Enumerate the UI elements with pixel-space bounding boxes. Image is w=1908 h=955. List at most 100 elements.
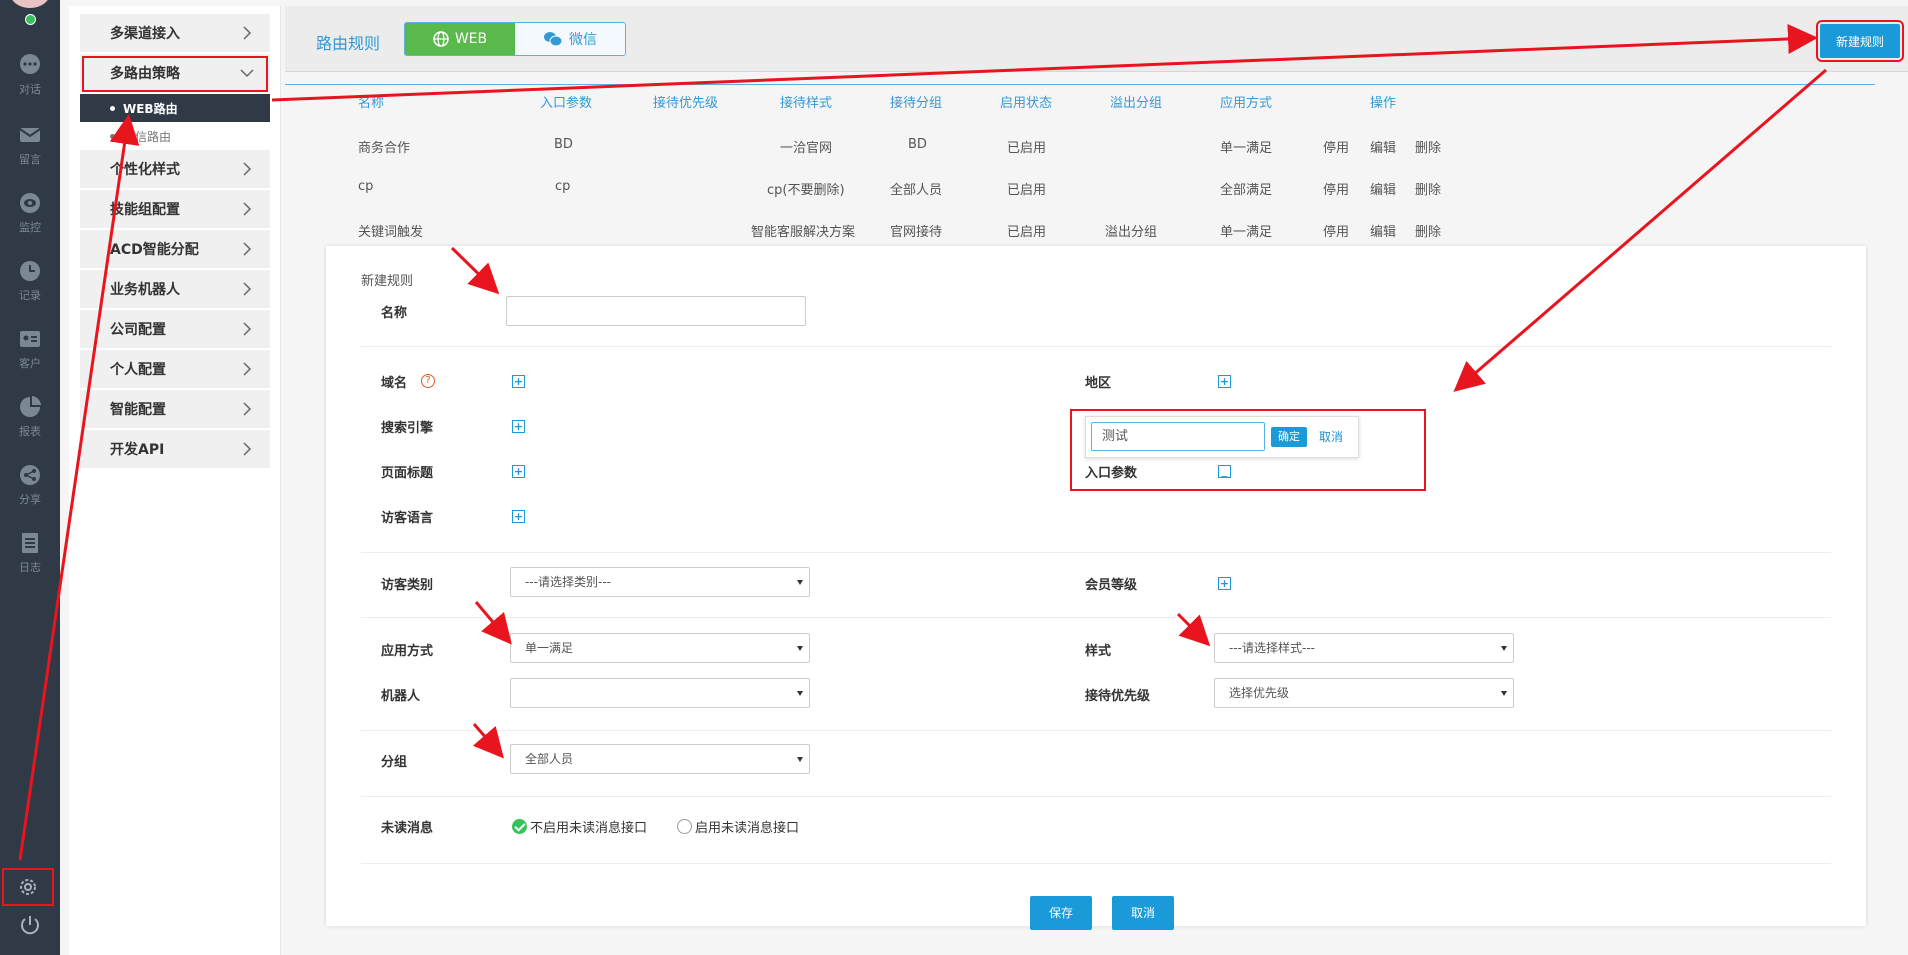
add-visitor-language-plus-icon[interactable]: + (512, 510, 525, 523)
table-row: 关键词触发 智能客服解决方案 官网接待 已启用 溢出分组 单一满足 停用 编辑 … (285, 214, 1875, 244)
add-member-level-plus-icon[interactable]: + (1218, 577, 1231, 590)
avatar[interactable] (10, 0, 50, 8)
caret-down-icon (797, 691, 803, 696)
bullet-icon (110, 133, 115, 139)
keyword-input[interactable]: 测试 (1091, 422, 1265, 451)
chevron-right-icon (243, 202, 252, 216)
menu-item-robot[interactable]: 业务机器人 (80, 270, 270, 310)
chevron-right-icon (243, 242, 252, 256)
priority-label: 接待优先级 (1085, 689, 1151, 704)
tab-web[interactable]: WEB (405, 23, 515, 55)
icon-rail: 对话 留言 监控 记录 客户 报表 分享 日志 (0, 0, 60, 955)
help-icon[interactable]: ? (421, 374, 435, 388)
unread-on-radio[interactable]: 启用未读消息接口 (677, 817, 799, 836)
wechat-icon (544, 32, 563, 47)
menu-item-label: 多路由策略 (110, 66, 180, 82)
chevron-down-icon (240, 69, 254, 78)
delete-link[interactable]: 删除 (1415, 137, 1441, 156)
edit-link[interactable]: 编辑 (1370, 179, 1396, 198)
priority-select[interactable]: 选择优先级 (1214, 678, 1514, 708)
keyword-cancel-link[interactable]: 取消 (1319, 428, 1343, 445)
visitor-language-label: 访客语言 (381, 511, 434, 526)
add-domain-plus-icon[interactable]: + (512, 375, 525, 388)
submenu-wechat-route[interactable]: 微信路由 (80, 122, 270, 150)
unread-label: 未读消息 (381, 821, 434, 836)
cell-status: 已启用 (1007, 225, 1047, 240)
tab-wechat[interactable]: 微信 (515, 23, 625, 55)
edit-link[interactable]: 编辑 (1370, 221, 1396, 240)
save-button[interactable]: 保存 (1030, 896, 1092, 930)
main-content: 路由规则 WEB 微信 新建规则 名称 入口参数 接待优先级 接待样式 接待分组… (285, 6, 1908, 955)
share-icon (20, 465, 40, 485)
select-value: 单一满足 (525, 641, 574, 655)
menu-item-company[interactable]: 公司配置 (80, 310, 270, 350)
settings-button[interactable] (2, 868, 54, 906)
delete-link[interactable]: 删除 (1415, 179, 1441, 198)
cell-status: 已启用 (1007, 141, 1047, 156)
group-select[interactable]: 全部人员 (510, 744, 810, 774)
chat-icon (20, 54, 40, 74)
chevron-right-icon (243, 282, 252, 296)
style-select[interactable]: ---请选择样式--- (1214, 633, 1514, 663)
menu-item-acd[interactable]: ACD智能分配 (80, 230, 270, 270)
robot-select[interactable] (510, 678, 810, 708)
entry-param-label: 入口参数 (1085, 466, 1138, 481)
menu-item-skill-group[interactable]: 技能组配置 (80, 190, 270, 230)
menu-item-personal[interactable]: 个人配置 (80, 350, 270, 390)
delete-link[interactable]: 删除 (1415, 221, 1441, 240)
disable-link[interactable]: 停用 (1323, 137, 1349, 156)
new-rule-button[interactable]: 新建规则 (1816, 20, 1904, 62)
remove-entry-param-minus-icon[interactable]: _ (1218, 464, 1231, 478)
menu-item-api[interactable]: 开发API (80, 430, 270, 470)
edit-link[interactable]: 编辑 (1370, 137, 1396, 156)
disable-link[interactable]: 停用 (1323, 221, 1349, 240)
power-button[interactable] (0, 906, 60, 944)
new-rule-form: 新建规则 名称 域名 ? + 地区 + 搜索引擎 + 关键 测试 确定 取消 页… (326, 246, 1866, 930)
tab-label: 微信 (569, 32, 597, 48)
add-search-engine-plus-icon[interactable]: + (512, 420, 525, 433)
divider (361, 617, 1831, 618)
select-value: ---请选择类别--- (525, 575, 611, 589)
rail-label: 监控 (19, 221, 41, 234)
unread-off-radio[interactable]: 不启用未读消息接口 (512, 817, 647, 836)
rail-label: 报表 (19, 425, 41, 438)
menu-item-multichannel[interactable]: 多渠道接入 (80, 14, 270, 54)
name-input[interactable] (506, 296, 806, 326)
rail-item-monitor[interactable]: 监控 (0, 190, 60, 235)
rail-item-message[interactable]: 留言 (0, 122, 60, 167)
add-page-title-plus-icon[interactable]: + (512, 465, 525, 478)
rail-label: 客户 (19, 357, 41, 370)
rail-item-chat[interactable]: 对话 (0, 52, 60, 97)
disable-link[interactable]: 停用 (1323, 179, 1349, 198)
menu-item-label: 公司配置 (110, 322, 166, 338)
keyword-confirm-button[interactable]: 确定 (1271, 427, 1307, 447)
menu-item-label: 开发API (110, 442, 165, 458)
cancel-button[interactable]: 取消 (1112, 896, 1174, 930)
rail-item-customer[interactable]: 客户 (0, 326, 60, 371)
rail-item-report[interactable]: 报表 (0, 394, 60, 439)
page-title-label: 页面标题 (381, 466, 434, 481)
radio-label: 不启用未读消息接口 (530, 821, 648, 836)
select-value: 全部人员 (525, 752, 574, 766)
form-title: 新建规则 (361, 274, 414, 289)
online-status-dot (25, 14, 36, 25)
column-header: 溢出分组 (1110, 96, 1163, 111)
select-value: 选择优先级 (1229, 686, 1290, 700)
menu-item-label: 个人配置 (110, 362, 166, 378)
menu-item-smart[interactable]: 智能配置 (80, 390, 270, 430)
keyword-popup: 测试 确定 取消 (1085, 416, 1359, 458)
menu-item-label: 业务机器人 (110, 282, 180, 298)
apply-mode-select[interactable]: 单一满足 (510, 633, 810, 663)
menu-item-label: 个性化样式 (110, 162, 180, 178)
rail-item-share[interactable]: 分享 (0, 462, 60, 507)
submenu-web-route[interactable]: WEB路由 (80, 94, 270, 122)
rail-item-record[interactable]: 记录 (0, 258, 60, 303)
column-header: 接待分组 (890, 96, 943, 111)
menu-item-routing[interactable]: 多路由策略 (80, 54, 270, 94)
visitor-type-select[interactable]: ---请选择类别--- (510, 567, 810, 597)
menu-item-custom-style[interactable]: 个性化样式 (80, 150, 270, 190)
caret-down-icon (1501, 691, 1507, 696)
chevron-right-icon (243, 442, 252, 456)
add-region-plus-icon[interactable]: + (1218, 375, 1231, 388)
rail-item-log[interactable]: 日志 (0, 530, 60, 575)
